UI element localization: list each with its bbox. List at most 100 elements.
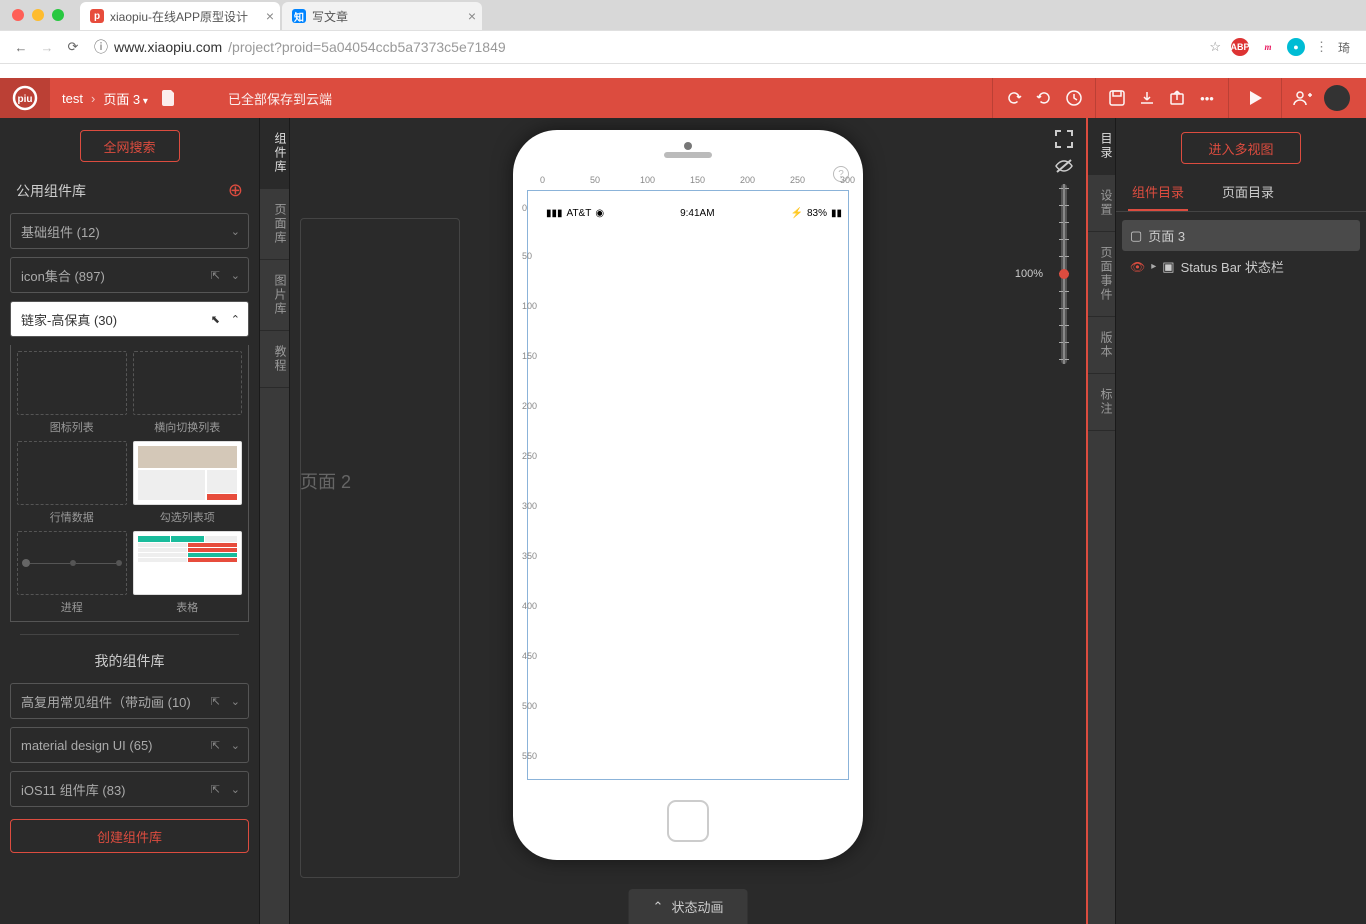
browser-tab-zhihu[interactable]: 知 写文章 × — [282, 2, 482, 30]
edit-icon[interactable]: ⇱ — [211, 695, 220, 708]
chevron-down-icon: ⌄ — [231, 695, 240, 708]
history-button[interactable] — [1059, 83, 1089, 113]
tab-version[interactable]: 版本 — [1088, 317, 1115, 374]
component-item[interactable]: 行情数据 — [17, 441, 127, 525]
tab-page-catalog[interactable]: 页面目录 — [1218, 174, 1278, 211]
svg-text:piu: piu — [18, 94, 33, 105]
share-button[interactable] — [1162, 83, 1192, 113]
basic-components-select[interactable]: 基础组件 (12) ⌄ — [10, 213, 249, 249]
ruler-tick: 0 — [522, 203, 527, 213]
back-button[interactable]: ← — [8, 34, 34, 60]
app-logo[interactable]: piu — [0, 78, 50, 118]
redo-button[interactable] — [1029, 83, 1059, 113]
zoom-label: 100% — [1015, 268, 1043, 280]
ghost-page[interactable] — [300, 218, 460, 878]
comp-label: 表格 — [176, 599, 198, 615]
lianjia-select[interactable]: 链家-高保真 (30) ⬉ ⌃ — [10, 301, 249, 337]
eye-icon[interactable]: 👁 — [1130, 260, 1145, 274]
more-button[interactable]: ••• — [1192, 83, 1222, 113]
tab-image-lib[interactable]: 图片库 — [260, 260, 289, 331]
tab-tutorial[interactable]: 教程 — [260, 331, 289, 388]
zoom-slider[interactable]: 100% — [1061, 184, 1067, 364]
ext-circle-icon[interactable]: ● — [1287, 38, 1305, 56]
add-user-button[interactable] — [1288, 83, 1318, 113]
tab-component-lib[interactable]: 组件库 — [260, 118, 289, 189]
arrow-right-icon[interactable]: ▸ — [1151, 261, 1156, 272]
select-label: 高复用常见组件（带动画 (10) — [21, 692, 191, 711]
ios-select[interactable]: iOS11 组件库 (83) ⇱ ⌄ — [10, 771, 249, 807]
browser-tabs: p xiaopiu-在线APP原型设计 × 知 写文章 × — [0, 0, 1366, 30]
material-select[interactable]: material design UI (65) ⇱ ⌄ — [10, 727, 249, 763]
undo-button[interactable] — [999, 83, 1029, 113]
component-item[interactable]: 进程 — [17, 531, 127, 615]
reload-button[interactable]: ⟳ — [60, 34, 86, 60]
edit-icon[interactable]: ⇱ — [211, 783, 220, 796]
right-side-tabs: 目录 设置 页面事件 版本 标注 — [1086, 118, 1116, 924]
play-button[interactable] — [1235, 83, 1275, 113]
wifi-icon: ◉ — [595, 208, 604, 219]
tab-page-events[interactable]: 页面事件 — [1088, 232, 1115, 317]
tree-item-page[interactable]: ▢ 页面 3 — [1122, 220, 1360, 251]
document-icon[interactable] — [162, 90, 176, 106]
anim-components-select[interactable]: 高复用常见组件（带动画 (10) ⇱ ⌄ — [10, 683, 249, 719]
home-button-icon — [667, 800, 709, 842]
left-panel: 全网搜索 公用组件库 ⊕ 基础组件 (12) ⌄ icon集合 (897) ⇱ … — [0, 118, 260, 924]
component-item[interactable]: 横向切换列表 — [133, 351, 243, 435]
component-item[interactable]: 图标列表 — [17, 351, 127, 435]
tab-component-catalog[interactable]: 组件目录 — [1128, 174, 1188, 211]
search-all-button[interactable]: 全网搜索 — [80, 130, 180, 162]
close-icon[interactable]: × — [266, 8, 274, 24]
ruler-tick: 50 — [590, 175, 600, 185]
download-button[interactable] — [1132, 83, 1162, 113]
tab-page-lib[interactable]: 页面库 — [260, 189, 289, 260]
window-minimize-icon[interactable] — [32, 9, 44, 21]
project-name[interactable]: test — [62, 91, 83, 106]
phone-frame: ? 0 50 100 150 200 250 300 0 50 100 150 … — [513, 130, 863, 860]
avatar[interactable] — [1324, 85, 1350, 111]
zoom-handle[interactable] — [1059, 269, 1069, 279]
abp-ext-icon[interactable]: ABP — [1231, 38, 1249, 56]
browser-tab-xiaopiu[interactable]: p xiaopiu-在线APP原型设计 × — [80, 2, 280, 30]
url-input[interactable]: ⓘ www.xiaopiu.com/project?proid=5a04054c… — [94, 37, 1201, 57]
canvas[interactable]: 页面 2 ? 0 50 100 150 200 250 300 0 50 100 — [290, 118, 1086, 924]
chevron-up-icon: ⌃ — [231, 313, 240, 326]
star-icon[interactable]: ☆ — [1209, 39, 1221, 55]
component-item[interactable]: 勾选列表项 — [133, 441, 243, 525]
state-animation-bar[interactable]: ⌃ 状态动画 — [629, 889, 748, 924]
visibility-off-icon[interactable] — [1054, 158, 1074, 174]
tree-item-status-bar[interactable]: 👁 ▸ ▣ Status Bar 状态栏 — [1122, 251, 1360, 282]
status-bar[interactable]: ▮▮▮ AT&T ◉ 9:41AM ⚡ 83% ▮▮ — [540, 203, 848, 223]
page-dropdown[interactable]: 页面 3 — [103, 89, 148, 108]
save-button[interactable] — [1102, 83, 1132, 113]
select-label: 链家-高保真 (30) — [21, 310, 117, 329]
icon-set-select[interactable]: icon集合 (897) ⇱ ⌄ — [10, 257, 249, 293]
tab-catalog[interactable]: 目录 — [1088, 118, 1115, 175]
tab-settings[interactable]: 设置 — [1088, 175, 1115, 232]
close-icon[interactable]: × — [468, 8, 476, 24]
component-item[interactable]: 表格 — [133, 531, 243, 615]
ruler-tick: 100 — [522, 301, 537, 311]
extension-icons: ☆ ABP m ● ⋮ 琦 — [1209, 38, 1358, 56]
main: 全网搜索 公用组件库 ⊕ 基础组件 (12) ⌄ icon集合 (897) ⇱ … — [0, 118, 1366, 924]
speaker-icon — [664, 152, 712, 158]
edit-icon[interactable]: ⇱ — [211, 739, 220, 752]
window-maximize-icon[interactable] — [52, 9, 64, 21]
multi-view-button[interactable]: 进入多视图 — [1181, 132, 1301, 164]
component-tree: ▢ 页面 3 👁 ▸ ▣ Status Bar 状态栏 — [1116, 212, 1366, 290]
phone-icon: ▢ — [1130, 228, 1142, 244]
edit-icon[interactable]: ⇱ — [211, 269, 220, 282]
comp-label: 勾选列表项 — [160, 509, 215, 525]
fullscreen-icon[interactable] — [1055, 130, 1073, 148]
my-library-title: 我的组件库 — [10, 647, 249, 675]
menu-icon[interactable]: ⋮ — [1315, 39, 1328, 55]
add-icon[interactable]: ⊕ — [228, 180, 243, 201]
window-close-icon[interactable] — [12, 9, 24, 21]
bluetooth-icon: ⚡ — [791, 208, 803, 219]
app-bar-right: ••• — [992, 78, 1366, 118]
tree-label: Status Bar 状态栏 — [1181, 257, 1284, 276]
profile-badge[interactable]: 琦 — [1338, 39, 1350, 56]
ext-m-icon[interactable]: m — [1259, 38, 1277, 56]
tab-annotation[interactable]: 标注 — [1088, 374, 1115, 431]
phone-screen[interactable]: 0 50 100 150 200 250 300 0 50 100 150 20… — [527, 190, 849, 780]
create-library-button[interactable]: 创建组件库 — [10, 819, 249, 853]
